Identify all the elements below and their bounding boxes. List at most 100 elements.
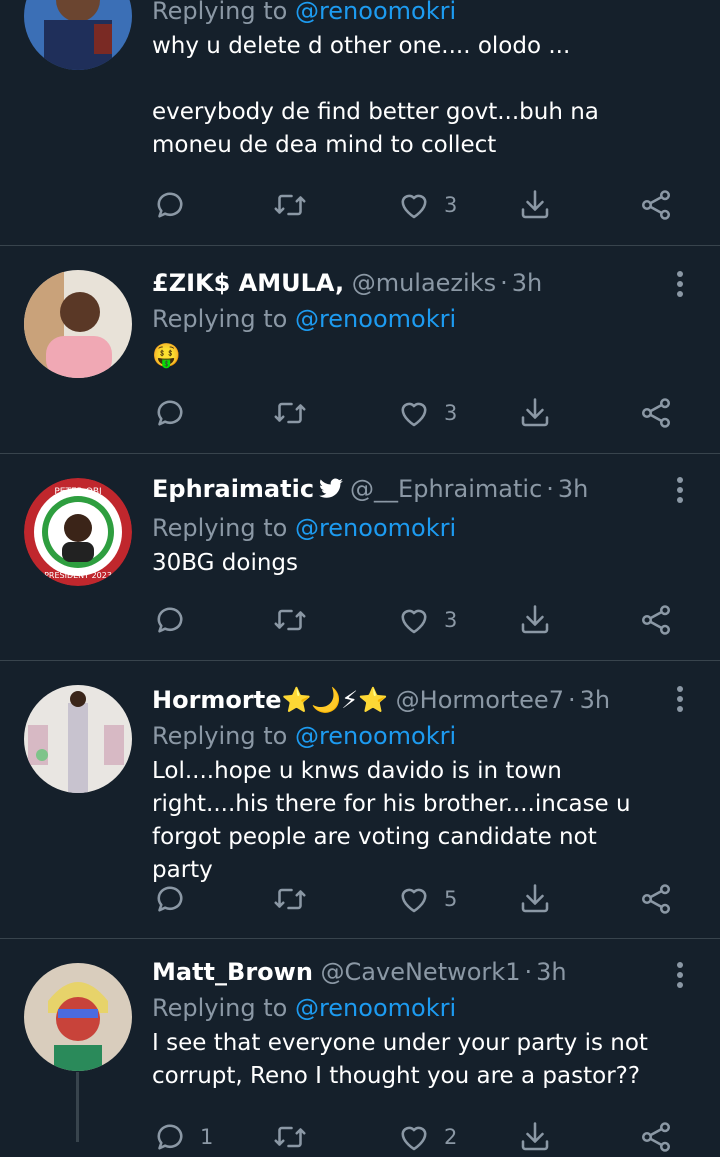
mention-link[interactable]: @renoomokri [295, 994, 456, 1022]
mention-link[interactable]: @renoomokri [295, 0, 456, 25]
retweet-button[interactable] [272, 1117, 320, 1157]
timestamp[interactable]: 3h [512, 269, 542, 297]
share-icon [641, 190, 671, 220]
replying-to: Replying to @renoomokri [152, 305, 457, 333]
share-button[interactable] [638, 600, 674, 640]
download-icon [521, 1122, 549, 1151]
heart-icon [401, 888, 427, 913]
share-icon [641, 398, 671, 428]
download-icon [521, 605, 549, 634]
like-button[interactable]: 2 [396, 1117, 457, 1157]
replying-to: Replying to @renoomokri [152, 514, 457, 542]
download-button[interactable] [517, 600, 553, 640]
tweet-text: why u delete d other one.... olodo ... e… [152, 33, 599, 158]
tweet-header: Ephraimatic @__Ephraimatic · 3h [152, 472, 664, 509]
timestamp[interactable]: 3h [558, 475, 588, 503]
tweet-text: Lol....hope u knws davido is in town rig… [152, 758, 631, 883]
more-button[interactable] [670, 268, 690, 298]
tweet-text: 30BG doings [152, 550, 298, 576]
retweet-icon [274, 194, 306, 216]
retweet-button[interactable] [272, 393, 320, 433]
tweet-item[interactable]: Hormorte⭐🌙⚡⭐ @Hormortee7 · 3h Replying to … [0, 661, 720, 939]
reply-icon [157, 400, 183, 426]
heart-icon [401, 609, 427, 634]
retweet-button[interactable] [272, 879, 320, 919]
retweet-icon [274, 609, 306, 631]
reply-icon [157, 886, 183, 912]
timestamp[interactable]: 3h [536, 958, 566, 986]
handle[interactable]: @__Ephraimatic [350, 475, 542, 503]
display-name[interactable]: £ZIK$ AMULA, [152, 269, 344, 297]
timestamp[interactable]: 3h [580, 686, 610, 714]
avatar[interactable] [24, 270, 132, 378]
like-count: 3 [444, 193, 458, 217]
like-button[interactable]: 3 [396, 600, 457, 640]
verified-bird-icon [318, 475, 344, 509]
display-name[interactable]: Matt_Brown [152, 958, 313, 986]
retweet-button[interactable] [272, 185, 320, 225]
reply-button[interactable] [152, 600, 200, 640]
tweet-header: £ZIK$ AMULA, @mulaeziks · 3h [152, 269, 543, 297]
reply-icon [157, 192, 183, 218]
reply-button[interactable]: 1 [152, 1117, 213, 1157]
tweet-header: Matt_Brown @CaveNetwork1 · 3h [152, 958, 567, 986]
display-name[interactable]: Hormorte⭐🌙⚡⭐ [152, 686, 388, 714]
handle[interactable]: @Hormortee7 [396, 686, 564, 714]
reply-icon [157, 607, 183, 633]
share-button[interactable] [638, 879, 674, 919]
download-icon [521, 398, 549, 427]
download-button[interactable] [517, 185, 553, 225]
replying-to: Replying to @renoomokri [152, 0, 664, 28]
retweet-icon [274, 402, 306, 424]
like-count: 3 [444, 608, 458, 632]
tweet-text: 🤑 [152, 343, 181, 369]
display-name[interactable]: Ephraimatic [152, 475, 314, 503]
retweet-button[interactable] [272, 600, 320, 640]
mention-link[interactable]: @renoomokri [295, 305, 456, 333]
heart-icon [401, 194, 427, 219]
more-icon [677, 962, 683, 968]
more-button[interactable] [670, 474, 690, 504]
share-button[interactable] [638, 393, 674, 433]
tweet-item[interactable]: £ZIK$ AMULA, @mulaeziks · 3h Replying to @… [0, 246, 720, 454]
tweet-text: I see that everyone under your party is … [152, 1030, 648, 1089]
reply-icon [157, 1124, 183, 1150]
avatar[interactable] [24, 963, 132, 1071]
like-count: 3 [444, 401, 458, 425]
tweet-item[interactable]: Replying to @renoomokri why u delete d o… [0, 0, 720, 246]
avatar-text-top: PETER OBI [54, 487, 101, 497]
thread-line [76, 1072, 79, 1142]
share-icon [641, 1122, 671, 1152]
avatar-text-bottom: PRESIDENT 2023 [44, 571, 112, 580]
reply-button[interactable] [152, 879, 200, 919]
like-button[interactable]: 3 [396, 185, 457, 225]
like-button[interactable]: 3 [396, 393, 457, 433]
retweet-icon [274, 1126, 306, 1148]
mention-link[interactable]: @renoomokri [295, 514, 456, 542]
download-button[interactable] [517, 393, 553, 433]
reply-button[interactable] [152, 185, 200, 225]
share-icon [641, 605, 671, 635]
reply-button[interactable] [152, 393, 200, 433]
replying-to: Replying to @renoomokri [152, 722, 457, 750]
share-button[interactable] [638, 185, 674, 225]
tweet-header: Hormorte⭐🌙⚡⭐ @Hormortee7 · 3h [152, 686, 611, 714]
more-button[interactable] [670, 959, 690, 989]
more-icon [677, 477, 683, 483]
tweet-item[interactable]: PETER OBI PRESIDENT 2023 Ephraimatic @__E… [0, 454, 720, 661]
tweet-item[interactable]: Matt_Brown @CaveNetwork1 · 3h Replying to … [0, 939, 720, 1152]
retweet-icon [274, 888, 306, 910]
download-button[interactable] [517, 879, 553, 919]
handle[interactable]: @mulaeziks [352, 269, 496, 297]
more-button[interactable] [670, 683, 690, 713]
download-button[interactable] [517, 1117, 553, 1157]
avatar[interactable] [24, 0, 132, 70]
handle[interactable]: @CaveNetwork1 [321, 958, 521, 986]
share-button[interactable] [638, 1117, 674, 1157]
mention-link[interactable]: @renoomokri [295, 722, 456, 750]
like-count: 5 [444, 887, 458, 911]
avatar[interactable] [24, 685, 132, 793]
avatar[interactable]: PETER OBI PRESIDENT 2023 [24, 478, 132, 586]
download-icon [521, 884, 549, 913]
like-button[interactable]: 5 [396, 879, 457, 919]
